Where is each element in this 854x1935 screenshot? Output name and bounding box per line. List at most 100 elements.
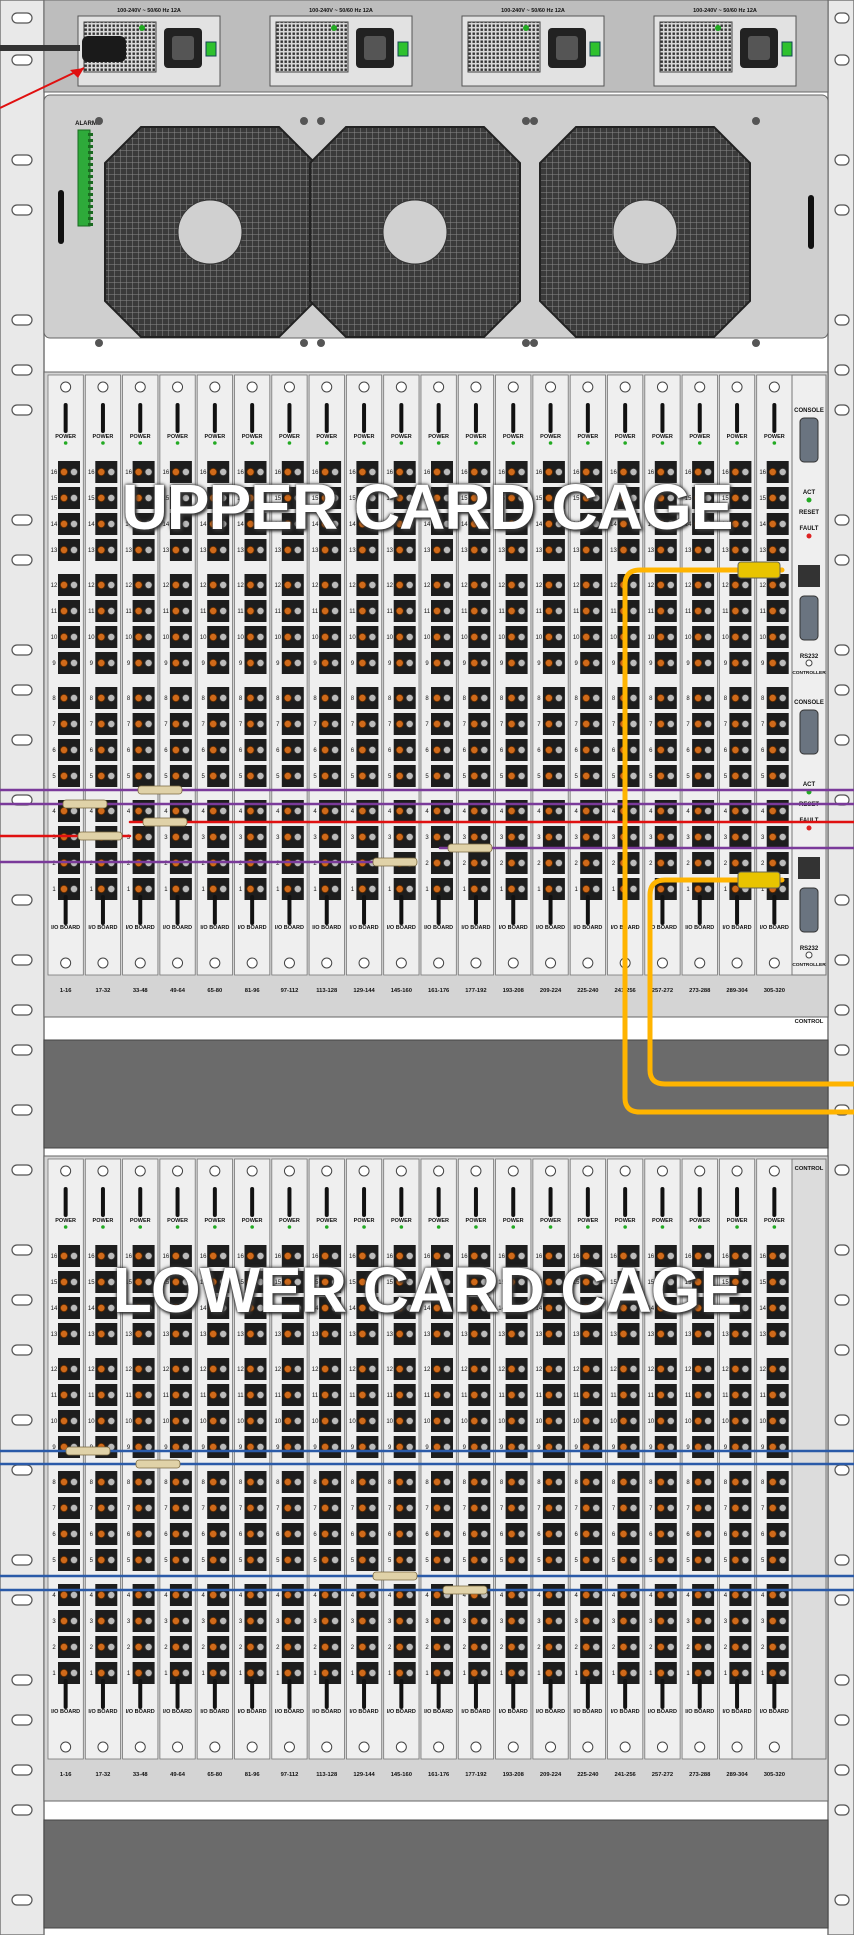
port-connector-a: [97, 885, 106, 894]
port-connector-b: [256, 1478, 265, 1487]
port-connector-b: [70, 1478, 79, 1487]
io-board-label: I/O BOARD: [163, 925, 192, 931]
port-connector-a: [209, 807, 218, 816]
power-led: [772, 441, 777, 445]
port-connector-b: [144, 746, 153, 755]
io-board-label: I/O BOARD: [387, 925, 416, 931]
card-handle-top: [324, 403, 329, 433]
psu-vent: [659, 21, 733, 73]
rail-hole: [834, 154, 850, 166]
port-number: 10: [88, 635, 95, 641]
port-connector-a: [619, 1417, 628, 1426]
port-number: 13: [610, 548, 617, 554]
port-connector-b: [741, 720, 750, 729]
port-connector-a: [470, 633, 479, 642]
card-handle-bottom: [287, 1679, 292, 1709]
io-card: POWER16151413121110987654321I/O BOARD: [159, 1158, 196, 1760]
rail-hole: [834, 1044, 850, 1056]
port-connector-a: [283, 1365, 292, 1374]
io-card: POWER16151413121110987654321I/O BOARD: [196, 374, 233, 976]
power-led: [250, 441, 254, 445]
port-connector-a: [97, 1643, 106, 1652]
port-number: 12: [759, 583, 766, 589]
port-connector-a: [283, 720, 292, 729]
port-connector-b: [144, 1530, 153, 1539]
port-connector-b: [405, 694, 414, 703]
port-connector-b: [181, 633, 190, 642]
port-connector-b: [629, 720, 638, 729]
alarm-pin: [88, 181, 93, 184]
port-connector-b: [666, 1530, 675, 1539]
port-connector-b: [144, 546, 153, 555]
port-connector-a: [283, 633, 292, 642]
port-connector-b: [592, 833, 601, 842]
port-connector-a: [395, 1530, 404, 1539]
port-connector-b: [629, 1617, 638, 1626]
port-connector-a: [321, 1669, 330, 1678]
card-thumbscrew: [619, 1741, 631, 1753]
port-connector-b: [442, 1417, 451, 1426]
port-connector-a: [321, 1365, 330, 1374]
port-connector-b: [554, 746, 563, 755]
port-connector-b: [293, 694, 302, 703]
port-connector-b: [368, 1391, 377, 1400]
port-number: 11: [760, 1393, 767, 1399]
port-connector-a: [470, 885, 479, 894]
card-thumbscrew: [395, 1741, 407, 1753]
port-connector-b: [293, 659, 302, 668]
port-connector-a: [507, 859, 516, 868]
port-connector-b: [219, 720, 228, 729]
port-connector-a: [694, 1391, 703, 1400]
fan-tray: ALARM: [43, 94, 829, 347]
cable-connector: [442, 1585, 488, 1595]
fan-screw: [522, 117, 530, 125]
port-connector-a: [395, 581, 404, 590]
port-connector-a: [246, 1504, 255, 1513]
port-connector-b: [629, 1530, 638, 1539]
port-connector-b: [592, 1530, 601, 1539]
port-connector-b: [368, 546, 377, 555]
card-handle-bottom: [138, 1679, 143, 1709]
port-connector-b: [442, 607, 451, 616]
port-connector-a: [171, 746, 180, 755]
port-connector-b: [442, 1504, 451, 1513]
port-connector-a: [395, 746, 404, 755]
port-connector-b: [144, 720, 153, 729]
power-led: [474, 441, 478, 445]
port-connector-b: [331, 1617, 340, 1626]
cable-connector: [372, 1571, 418, 1581]
io-card: POWER16151413121110987654321I/O BOARD: [569, 374, 606, 976]
port-connector-b: [256, 1365, 265, 1374]
port-connector-a: [656, 1365, 665, 1374]
port-connector-a: [321, 581, 330, 590]
power-label: POWER: [55, 1218, 76, 1224]
card-handle-bottom: [362, 895, 367, 925]
port-connector-b: [107, 1617, 116, 1626]
io-card: POWER16151413121110987654321I/O BOARD: [159, 374, 196, 976]
port-connector-a: [395, 720, 404, 729]
port-connector-a: [97, 1556, 106, 1565]
slot-label: 161-176: [428, 988, 450, 994]
card-handle-top: [250, 1187, 255, 1217]
card-handle-top: [548, 403, 553, 433]
port-connector-a: [358, 1443, 367, 1452]
port-connector-b: [629, 807, 638, 816]
io-card: POWER16151413121110987654321I/O BOARD: [308, 1158, 345, 1760]
port-connector-a: [544, 633, 553, 642]
port-connector-a: [432, 1417, 441, 1426]
io-card: POWER16151413121110987654321I/O BOARD: [495, 1158, 532, 1760]
slot-label: 305-320: [764, 1772, 785, 1778]
port-connector-b: [629, 546, 638, 555]
port-connector-b: [293, 581, 302, 590]
port-number: 11: [51, 1393, 58, 1399]
power-label: POWER: [391, 434, 412, 440]
io-card: POWER16151413121110987654321I/O BOARD: [383, 1158, 420, 1760]
port-connector-a: [134, 772, 143, 781]
port-connector-a: [358, 1330, 367, 1339]
io-board-label: I/O BOARD: [387, 1709, 416, 1715]
port-number: 13: [498, 1332, 505, 1338]
card-handle-bottom: [175, 895, 180, 925]
port-connector-a: [731, 1391, 740, 1400]
port-connector-a: [97, 746, 106, 755]
port-connector-a: [134, 1556, 143, 1565]
